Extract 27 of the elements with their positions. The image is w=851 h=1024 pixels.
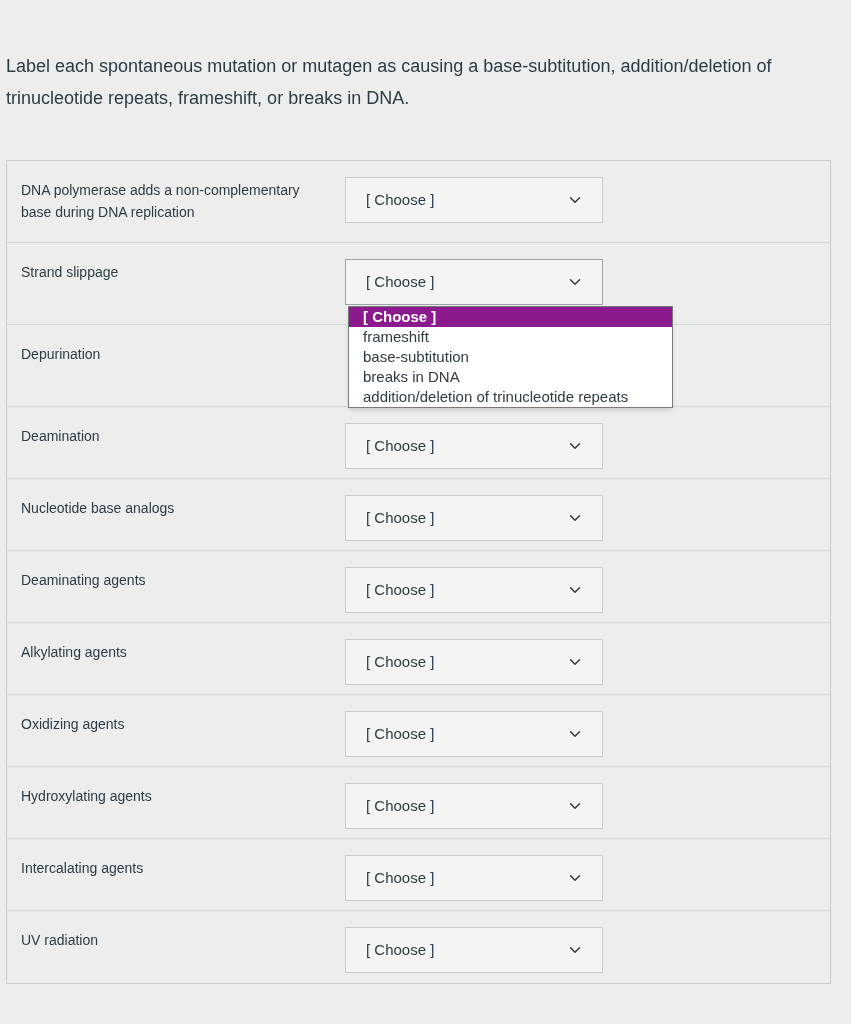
item-label: UV radiation <box>21 931 100 950</box>
dropdown-option[interactable]: frameshift <box>349 327 672 347</box>
item-label: Strand slippage <box>21 263 120 282</box>
dropdown-select[interactable]: [ Choose ] <box>345 639 603 685</box>
item-label: Deamination <box>21 427 101 446</box>
dropdown-select[interactable]: [ Choose ] <box>345 711 603 757</box>
dropdown-select[interactable]: [ Choose ] <box>345 855 603 901</box>
dropdown-select[interactable]: [ Choose ] <box>345 927 603 973</box>
item-label: Nucleotide base analogs <box>21 499 176 518</box>
item-label: Depurination <box>21 345 102 364</box>
dropdown-option[interactable]: breaks in DNA <box>349 367 672 387</box>
dropdown-select[interactable]: [ Choose ] <box>345 495 603 541</box>
dropdown-option[interactable]: [ Choose ] <box>349 307 672 327</box>
dropdown-select[interactable]: [ Choose ] <box>345 423 603 469</box>
item-label: Deaminating agents <box>21 571 147 590</box>
item-label: Hydroxylating agents <box>21 787 153 806</box>
dropdown-option[interactable]: addition/deletion of trinucleotide repeats <box>349 387 672 407</box>
dropdown-select[interactable]: [ Choose ] <box>345 177 603 223</box>
dropdown-select[interactable]: [ Choose ] <box>345 567 603 613</box>
dropdown-option[interactable]: base-subtitution <box>349 347 672 367</box>
item-label: Intercalating agents <box>21 859 145 878</box>
item-label: DNA polymerase adds a non-complementary base during DNA replication <box>21 181 301 222</box>
item-label: Oxidizing agents <box>21 715 126 734</box>
dropdown-select[interactable]: [ Choose ] <box>345 259 603 305</box>
dropdown-select[interactable]: [ Choose ] <box>345 783 603 829</box>
question-text: Label each spontaneous mutation or mutagen as causing a base-subtitution, addition/deletion of trinucleotide repeats, frameshift, or breaks in DNA. <box>6 55 773 110</box>
item-label: Alkylating agents <box>21 643 128 662</box>
